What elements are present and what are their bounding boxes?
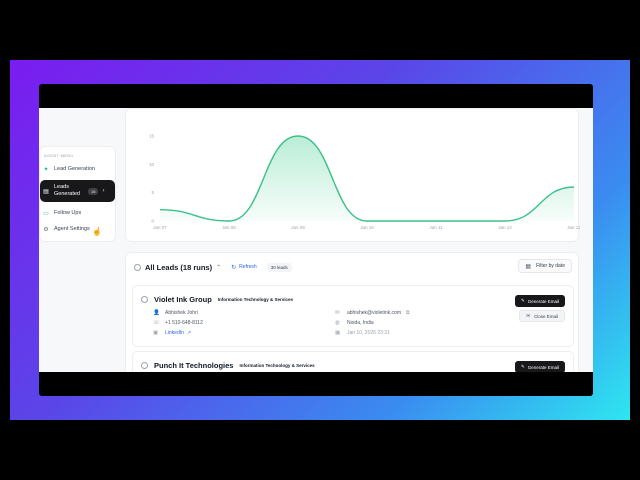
close-email-button[interactable]: ✉ Close Email [519, 310, 565, 322]
agent-menu: AGENT MENU ✦ Lead Generation ▤ Leads Gen… [39, 146, 116, 242]
sidebar-item-label: Leads Generated [54, 184, 80, 197]
refresh-button[interactable]: ↻ Refresh [231, 264, 257, 271]
wand-icon: ✎ [520, 298, 525, 303]
generate-email-button[interactable]: ✎ Generate Email [514, 361, 565, 372]
mail-icon: ✉ [526, 313, 530, 318]
chevron-right-icon: › [102, 188, 105, 194]
mail-icon: ✉ [335, 310, 340, 316]
lead-date: ▦ Jan 10, 2026 23:31 [335, 330, 390, 336]
app-window: AGENT MENU ✦ Lead Generation ▤ Leads Gen… [39, 84, 593, 396]
sparkle-icon: ✦ [43, 166, 49, 173]
x-tick-label: Jan 12 [498, 225, 512, 230]
wand-icon: ✎ [520, 364, 525, 369]
calendar-icon: ▦ [525, 263, 532, 270]
document-icon: ▤ [43, 188, 49, 195]
lead-company: Violet Ink Group [154, 295, 212, 304]
close-email-label: Close Email [533, 313, 558, 319]
chat-icon: ▭ [43, 210, 49, 217]
select-all-checkbox[interactable] [134, 263, 141, 271]
filter-by-date-button[interactable]: ▦ Filter by date [518, 259, 572, 273]
x-tick-label: Jan 13 [567, 225, 580, 230]
y-tick-label: 0 [151, 219, 154, 224]
sidebar-item-agent-settings[interactable]: ⚙ Agent Settings [40, 221, 117, 237]
x-tick-label: Jan 10 [360, 225, 374, 230]
leads-chart: 0 5 10 15 Jan 07 Jan 08 Jan 09 Jan 10 Jan 11 Jan … [125, 108, 580, 242]
lead-header: Punch It Technologies Information Techno… [141, 361, 315, 370]
lead-checkbox[interactable] [141, 296, 148, 303]
generate-email-button[interactable]: ✎ Generate Email [514, 295, 565, 307]
x-tick-label: Jan 11 [429, 225, 443, 230]
linkedin-icon: ▣ [153, 330, 159, 336]
sidebar-item-leads-generated[interactable]: ▤ Leads Generated 16 › [40, 180, 115, 202]
x-tick-label: Jan 08 [222, 225, 236, 230]
lead-linkedin-link[interactable]: ▣ LinkedIn ↗ [153, 330, 191, 336]
leads-count: 30 leads [266, 262, 292, 272]
lead-phone: ☏ +1 510-648-8112 [153, 320, 203, 326]
chevron-up-icon[interactable]: ⌃ [216, 264, 221, 271]
x-tick-label: Jan 07 [153, 225, 167, 230]
generate-email-label: Generate Email [527, 298, 559, 304]
lead-location: ◍ Noida, India [335, 320, 374, 326]
refresh-label: Refresh [239, 264, 257, 270]
series-area [160, 136, 574, 221]
user-icon: 👤 [153, 310, 160, 316]
leads-count-badge: 16 [88, 187, 99, 195]
filter-label: Filter by date [536, 263, 565, 269]
lead-linkedin-label: LinkedIn [165, 330, 184, 336]
leads-title: All Leads (18 runs) [145, 262, 213, 272]
sidebar-item-lead-generation[interactable]: ✦ Lead Generation [40, 161, 117, 177]
lead-header: Violet Ink Group Information Technology … [141, 295, 293, 304]
series-line [159, 135, 575, 222]
calendar-icon: ▦ [335, 330, 341, 336]
lead-date-text: Jan 10, 2026 23:31 [347, 330, 390, 336]
sidebar-item-label: Lead Generation [54, 166, 95, 172]
hand-cursor-icon: ☝ [92, 227, 102, 236]
y-tick-label: 10 [149, 162, 155, 167]
app-content: AGENT MENU ✦ Lead Generation ▤ Leads Gen… [39, 108, 593, 372]
sidebar-item-follow-ups[interactable]: ▭ Follow Ups [40, 205, 117, 221]
lead-company: Punch It Technologies [154, 361, 234, 370]
phone-icon: ☏ [153, 320, 160, 326]
lead-email: ✉ abhishek@violetink.com ⧉ [335, 310, 410, 316]
x-tick-label: Jan 09 [291, 225, 305, 230]
lead-location-text: Noida, India [347, 320, 374, 326]
lead-contact: 👤 Abhishek Johri [153, 310, 198, 316]
lead-card: Violet Ink Group Information Technology … [132, 285, 574, 347]
sidebar-item-label: Follow Ups [54, 210, 82, 216]
lead-industry: Information Technology & Services [239, 363, 315, 368]
lead-phone-number: +1 510-648-8112 [165, 320, 203, 326]
y-tick-label: 5 [151, 190, 154, 195]
lead-contact-name: Abhishek Johri [165, 310, 198, 316]
leads-header: All Leads (18 runs) ⌃ ↻ Refresh 30 leads [134, 261, 292, 273]
lead-industry: Information Technology & Services [217, 297, 293, 302]
lead-checkbox[interactable] [141, 362, 148, 369]
y-tick-label: 15 [149, 134, 155, 139]
refresh-icon: ↻ [231, 264, 237, 271]
lead-email-address: abhishek@violetink.com [347, 310, 401, 316]
leads-chart-svg: 0 5 10 15 Jan 07 Jan 08 Jan 09 Jan 10 Jan 11 Jan … [149, 134, 580, 231]
copy-icon[interactable]: ⧉ [406, 310, 410, 316]
all-leads-panel: All Leads (18 runs) ⌃ ↻ Refresh 30 leads… [125, 252, 579, 372]
external-link-icon: ↗ [186, 330, 192, 336]
globe-icon: ◍ [335, 320, 340, 326]
sidebar-item-label: Agent Settings [54, 226, 90, 232]
gear-icon: ⚙ [43, 226, 49, 233]
lead-card: Punch It Technologies Information Techno… [132, 351, 574, 372]
agent-menu-title: AGENT MENU [44, 153, 74, 158]
generate-email-label: Generate Email [527, 364, 559, 370]
